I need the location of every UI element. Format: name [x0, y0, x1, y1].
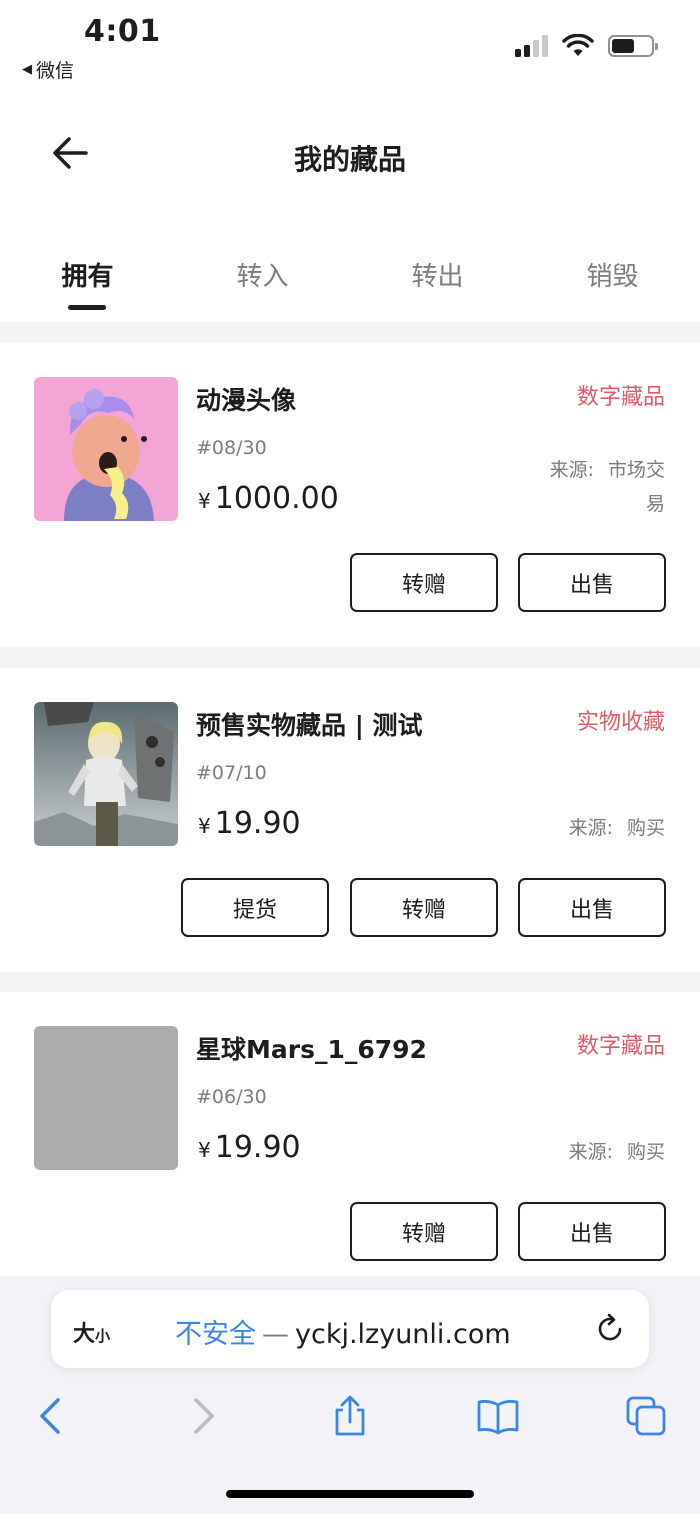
source-label: 来源:	[568, 1141, 613, 1163]
status-bar: 4:01 ◀ 微信	[0, 0, 700, 88]
url-text[interactable]: 不安全 — yckj.lzyunli.com	[175, 1312, 511, 1351]
reload-icon[interactable]	[593, 1312, 627, 1346]
price-value: 19.90	[214, 1130, 301, 1165]
active-tab-indicator	[68, 305, 106, 310]
back-to-app-link[interactable]: ◀ 微信	[22, 56, 74, 83]
item-name: 动漫头像	[196, 386, 297, 415]
text-size-button[interactable]: 大小	[73, 1316, 110, 1348]
address-bar[interactable]: 大小 不安全 — yckj.lzyunli.com	[51, 1290, 649, 1368]
sell-button[interactable]: 出售	[518, 553, 666, 612]
currency-symbol: ¥	[198, 1138, 211, 1162]
item-category-tag: 数字藏品	[576, 385, 665, 410]
gift-button[interactable]: 转赠	[350, 553, 498, 612]
tab-destroyed[interactable]: 销毁	[525, 256, 700, 293]
domain-label: yckj.lzyunli.com	[295, 1319, 511, 1350]
item-category-tag: 数字藏品	[576, 1034, 665, 1059]
currency-symbol: ¥	[198, 489, 211, 513]
share-icon[interactable]	[328, 1394, 372, 1438]
battery-icon	[608, 35, 658, 57]
security-label: 不安全	[175, 1319, 256, 1350]
currency-symbol: ¥	[198, 814, 211, 838]
item-serial: #08/30	[196, 437, 267, 459]
item-category-tag: 实物收藏	[576, 710, 665, 735]
browser-toolbar: 大小 不安全 — yckj.lzyunli.com	[0, 1276, 700, 1514]
status-time: 4:01	[84, 14, 161, 49]
home-indicator	[226, 1490, 474, 1498]
source-label: 来源:	[549, 459, 594, 481]
item-price: ¥19.90	[198, 1130, 301, 1165]
source-value: 市场交	[607, 459, 665, 481]
item-thumbnail	[34, 377, 178, 521]
page-title: 我的藏品	[293, 143, 406, 176]
item-name: 预售实物藏品 | 测试	[196, 711, 423, 740]
status-icons	[515, 34, 658, 58]
forward-chevron-icon[interactable]	[180, 1394, 224, 1438]
item-name: 星球Mars_1_6792	[196, 1035, 427, 1064]
sell-button[interactable]: 出售	[518, 878, 666, 937]
source-value: 购买	[626, 817, 665, 839]
text-size-big: 大	[73, 1322, 96, 1347]
nav-bar: 我的藏品	[0, 88, 700, 230]
source-value-continued: 易	[645, 493, 665, 515]
item-thumbnail-placeholder	[34, 1026, 178, 1170]
collection-card[interactable]: 预售实物藏品 | 测试 实物收藏 #07/10 ¥19.90 来源: 购买 提货 …	[0, 668, 700, 972]
gift-button[interactable]: 转赠	[350, 1202, 498, 1261]
gift-button[interactable]: 转赠	[350, 878, 498, 937]
price-value: 1000.00	[214, 481, 339, 516]
url-separator: —	[262, 1319, 289, 1350]
item-serial: #06/30	[196, 1086, 267, 1108]
pickup-button[interactable]: 提货	[181, 878, 329, 937]
collection-card[interactable]: 动漫头像 数字藏品 #08/30 ¥1000.00 来源: 市场交 易 转赠 出售	[0, 343, 700, 647]
item-source: 来源: 市场交 易	[550, 453, 665, 521]
item-thumbnail	[34, 702, 178, 846]
back-app-label: 微信	[36, 60, 75, 82]
cellular-signal-icon	[515, 35, 548, 57]
source-value: 购买	[626, 1141, 665, 1163]
item-source: 来源: 购买	[569, 811, 665, 845]
item-source: 来源: 购买	[569, 1135, 665, 1169]
tab-transferred-out[interactable]: 转出	[350, 256, 525, 293]
source-label: 来源:	[568, 817, 613, 839]
item-serial: #07/10	[196, 762, 267, 784]
item-price: ¥19.90	[198, 806, 301, 841]
text-size-small: 小	[95, 1327, 111, 1345]
wifi-icon	[562, 34, 594, 56]
bookmarks-icon[interactable]	[476, 1394, 520, 1438]
tab-owned[interactable]: 拥有	[0, 256, 175, 293]
tab-transferred-in[interactable]: 转入	[175, 256, 350, 293]
back-triangle-icon: ◀	[22, 62, 32, 77]
price-value: 19.90	[214, 806, 301, 841]
collection-card[interactable]: 星球Mars_1_6792 数字藏品 #06/30 ¥19.90 来源: 购买 转…	[0, 992, 700, 1296]
sell-button[interactable]: 出售	[518, 1202, 666, 1261]
tabs-icon[interactable]	[624, 1394, 668, 1438]
tab-bar: 拥有 转入 转出 销毁	[0, 230, 700, 322]
back-chevron-icon[interactable]	[30, 1394, 74, 1438]
item-price: ¥1000.00	[198, 481, 339, 516]
